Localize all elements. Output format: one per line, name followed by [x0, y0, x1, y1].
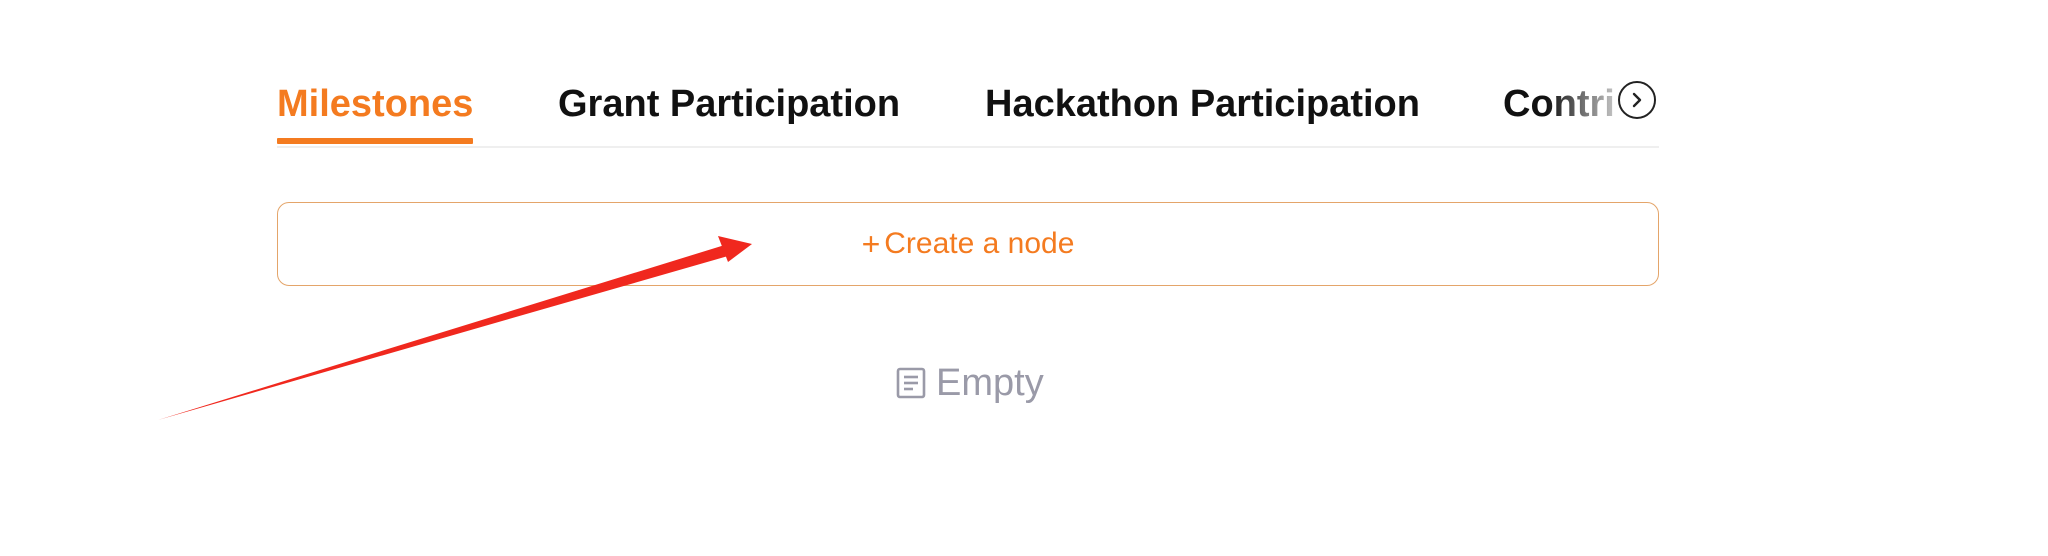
active-tab-indicator	[277, 138, 473, 144]
create-node-label: Create a node	[884, 227, 1075, 260]
empty-state: Empty	[896, 360, 1044, 406]
tab-milestones[interactable]: Milestones	[277, 80, 473, 128]
create-node-button[interactable]: + Create a node	[277, 202, 1659, 286]
document-icon	[896, 367, 926, 399]
plus-icon: +	[861, 225, 881, 262]
tab-contributions[interactable]: Contributions	[1503, 80, 1617, 128]
page: Milestones Grant Participation Hackathon…	[0, 0, 2048, 556]
tab-hackathon-participation[interactable]: Hackathon Participation	[985, 80, 1420, 128]
tab-list: Milestones Grant Participation Hackathon…	[277, 72, 1617, 148]
chevron-right-icon	[1632, 92, 1642, 108]
tabs-divider	[277, 146, 1659, 148]
tabs-scroll-next-button[interactable]	[1618, 81, 1656, 119]
tab-bar: Milestones Grant Participation Hackathon…	[277, 72, 1667, 148]
empty-label: Empty	[936, 361, 1044, 404]
tab-grant-participation[interactable]: Grant Participation	[558, 80, 900, 128]
